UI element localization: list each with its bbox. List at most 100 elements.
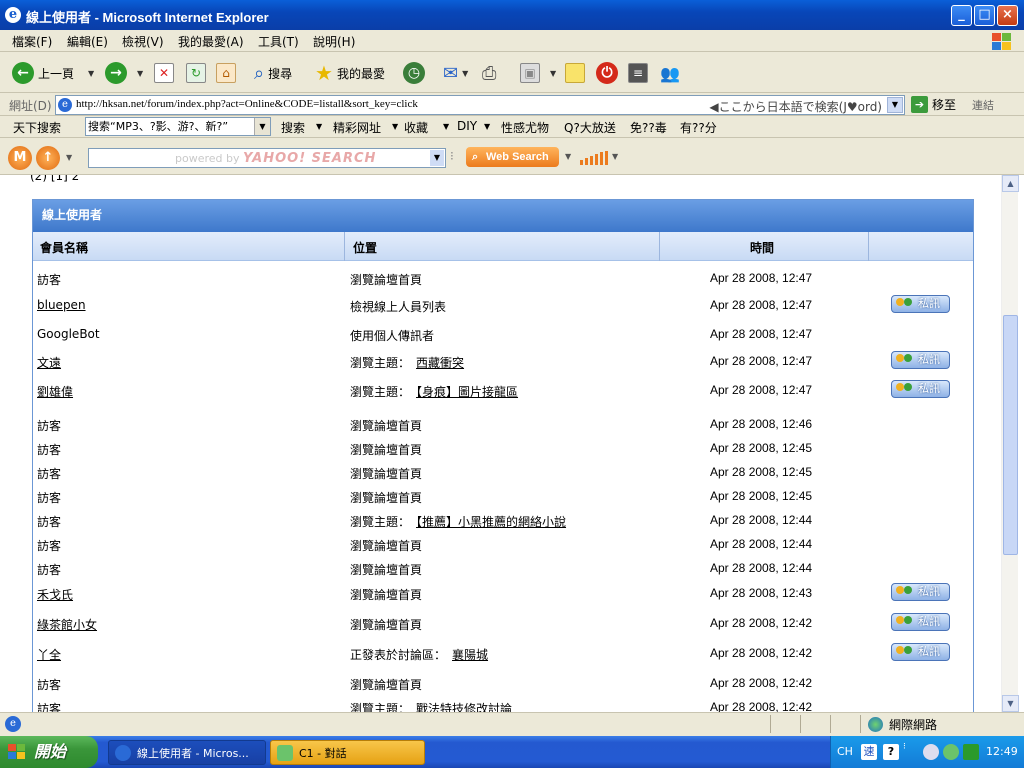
topic-link[interactable]: 【推薦】小黑推薦的網絡小說 (416, 515, 566, 529)
links-button[interactable]: 連結 (972, 97, 994, 113)
minimize-button[interactable]: _ (951, 5, 972, 26)
chevron-down-icon[interactable]: ▼ (443, 122, 449, 131)
mail-button[interactable]: ✉ ▼ (443, 61, 468, 85)
go-button[interactable]: ➔ 移至 (911, 96, 956, 113)
network-icon[interactable] (963, 744, 979, 760)
topic-link[interactable]: 【身痕】圖片接龍區 (416, 385, 518, 399)
signal-bars-icon[interactable] (580, 151, 608, 165)
private-message-button[interactable]: 私訊 (891, 351, 950, 369)
chevron-down-icon[interactable]: ▼ (612, 152, 618, 161)
chevron-down-icon[interactable]: ▼ (484, 122, 490, 131)
taskbar-item-chat[interactable]: C1 - 對話 (270, 740, 425, 765)
menu-help[interactable]: 說明(H) (313, 33, 355, 50)
back-dropdown-icon[interactable]: ▼ (88, 69, 94, 78)
back-button[interactable]: ← 上一頁 ▼ (12, 61, 94, 85)
address-dropdown-icon[interactable]: ▼ (887, 97, 903, 113)
chevron-down-icon[interactable]: ▼ (316, 122, 322, 131)
search-toolbar-item-search[interactable]: 搜索 (281, 119, 305, 136)
forward-dropdown-icon[interactable]: ▼ (137, 69, 143, 78)
location-text: 瀏覽論壇首頁 (350, 539, 423, 553)
security-zone[interactable]: 網際網路 (868, 716, 937, 733)
stop-button[interactable]: ✕ (154, 61, 174, 85)
menu-view[interactable]: 檢視(V) (122, 33, 164, 50)
search-toolbar-item-collect[interactable]: 收藏 (404, 119, 428, 136)
maximize-button[interactable]: □ (974, 5, 995, 26)
edit-button[interactable]: ▣ ▼ (520, 61, 556, 85)
chevron-down-icon[interactable]: ▼ (66, 153, 72, 162)
forward-button[interactable]: → ▼ (105, 61, 143, 85)
edit-dropdown-icon[interactable]: ▼ (550, 69, 556, 78)
location-text: 使用個人傳訊者 (350, 329, 435, 343)
member-link[interactable]: 綠茶館小女 (37, 616, 97, 633)
research-icon: ≡ (628, 63, 648, 83)
ie-icon[interactable]: e (5, 7, 21, 23)
tray-expand-icon[interactable]: ⁝ (903, 742, 906, 752)
private-message-button[interactable]: 私訊 (891, 643, 950, 661)
messenger-tray-icon[interactable] (943, 744, 959, 760)
japanese-search-hint[interactable]: ◀ここから日本語で検索(J♥ord) (709, 98, 882, 115)
ime-indicator[interactable]: 速 (861, 744, 877, 760)
people-icon (896, 616, 914, 628)
show-hidden-icon[interactable] (923, 744, 939, 760)
search-toolbar-item-sexy[interactable]: 性感尤物 (501, 119, 549, 136)
column-member[interactable]: 會員名稱 (40, 239, 88, 256)
language-indicator[interactable]: CH (837, 745, 853, 758)
history-button[interactable]: ◷ (403, 61, 425, 85)
search-toolbar-item-sites[interactable]: 精彩网址 (333, 119, 381, 136)
menu-tools[interactable]: 工具(T) (258, 33, 299, 50)
address-url[interactable]: http://hksan.net/forum/index.php?act=Onl… (76, 98, 418, 110)
web-search-button[interactable]: ⌕ Web Search (466, 147, 559, 167)
search-toolbar-item-points[interactable]: 有??分 (680, 119, 717, 136)
yahoo-search-input[interactable]: powered by YAHOO! SEARCH ▼ (88, 148, 446, 168)
taskbar-item-ie[interactable]: 線上使用者 - Micros... (108, 740, 266, 765)
search-button[interactable]: ⌕ 搜尋 (254, 61, 292, 85)
yahoo-up-icon[interactable]: ↑ (36, 146, 60, 170)
help-icon[interactable]: ? (883, 744, 899, 760)
home-button[interactable]: ⌂ (216, 61, 236, 85)
vertical-scrollbar[interactable]: ▲ ▼ (1001, 175, 1019, 712)
member-link[interactable]: 丫全 (37, 646, 61, 663)
resize-grip-icon[interactable]: ⁝ (450, 149, 454, 163)
refresh-button[interactable]: ↻ (186, 61, 206, 85)
private-message-button[interactable]: 私訊 (891, 295, 950, 313)
mail-dropdown-icon[interactable]: ▼ (462, 69, 468, 78)
column-location[interactable]: 位置 (353, 239, 377, 256)
discuss-button[interactable] (565, 61, 585, 85)
scroll-up-icon[interactable]: ▲ (1002, 175, 1019, 192)
column-time[interactable]: 時間 (750, 239, 774, 256)
messenger-button[interactable]: ⏻ (596, 61, 618, 85)
search-toolbar-input[interactable]: 搜索“MP3、?影、游?、新?” ▼ (85, 117, 271, 136)
menu-edit[interactable]: 編輯(E) (67, 33, 108, 50)
search-toolbar-item-antivirus[interactable]: 免??毒 (630, 119, 667, 136)
search-toolbar-item-qq[interactable]: Q?大放送 (564, 119, 616, 136)
research-button[interactable]: ≡ (628, 61, 648, 85)
chevron-down-icon[interactable]: ▼ (565, 152, 571, 161)
start-button[interactable]: 開始 (0, 736, 98, 768)
scroll-thumb[interactable] (1003, 315, 1018, 555)
mail-icon: ✉ (443, 62, 459, 84)
private-message-button[interactable]: 私訊 (891, 583, 950, 601)
site-search-label[interactable]: 天下搜索 (13, 119, 61, 136)
member-link[interactable]: 禾戈氏 (37, 586, 73, 603)
private-message-button[interactable]: 私訊 (891, 380, 950, 398)
member-link[interactable]: 劉雄偉 (37, 383, 73, 400)
topic-link[interactable]: 襄陽城 (452, 648, 488, 662)
topic-link[interactable]: 戰法特技修改討論 (416, 702, 512, 712)
scroll-down-icon[interactable]: ▼ (1002, 695, 1019, 712)
print-button[interactable]: ⎙ (482, 61, 496, 85)
address-input[interactable]: e http://hksan.net/forum/index.php?act=O… (55, 95, 905, 115)
menu-favorites[interactable]: 我的最愛(A) (178, 33, 244, 50)
yahoo-mail-icon[interactable]: M (8, 146, 32, 170)
search-toolbar-item-diy[interactable]: DIY (457, 119, 477, 133)
topic-link[interactable]: 西藏衝突 (416, 356, 464, 370)
msn-button[interactable]: 👥 (660, 61, 680, 85)
yahoo-search-dropdown-icon[interactable]: ▼ (430, 150, 444, 166)
member-link[interactable]: 文遠 (37, 354, 61, 371)
favorites-button[interactable]: ★ 我的最愛 (315, 61, 385, 85)
menu-file[interactable]: 檔案(F) (12, 33, 52, 50)
close-button[interactable]: × (997, 5, 1018, 26)
search-toolbar-dropdown-icon[interactable]: ▼ (254, 118, 270, 135)
private-message-button[interactable]: 私訊 (891, 613, 950, 631)
member-link[interactable]: bluepen (37, 298, 86, 312)
chevron-down-icon[interactable]: ▼ (392, 122, 398, 131)
